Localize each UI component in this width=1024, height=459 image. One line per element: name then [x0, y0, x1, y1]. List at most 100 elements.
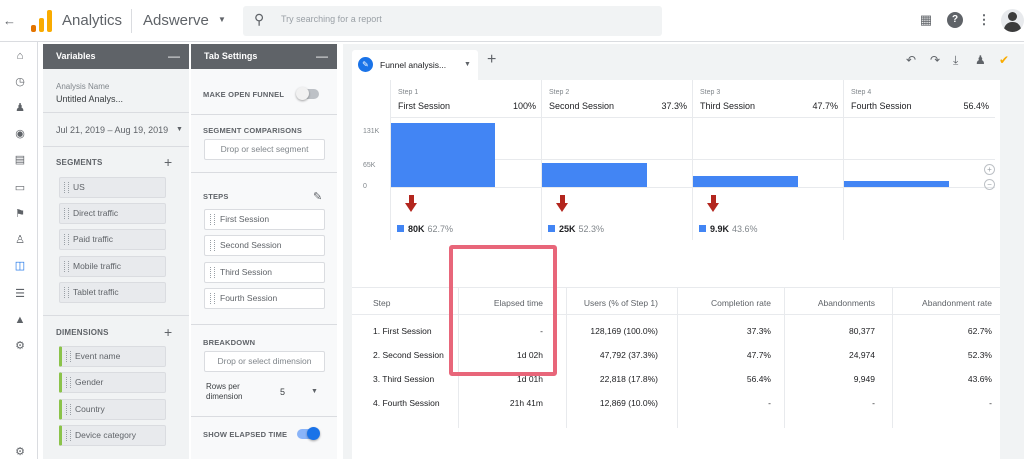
home-icon[interactable]: ⌂ [13, 49, 27, 63]
funnel-bar[interactable] [693, 176, 798, 187]
rows-per-dimension-select[interactable]: 5 [280, 387, 285, 397]
caret-down-icon[interactable]: ▼ [176, 126, 183, 133]
search-bar[interactable]: ⚲ [243, 6, 662, 36]
breakdown-title: BREAKDOWN [203, 338, 256, 347]
step-number: Step 2 [549, 89, 570, 96]
divider [131, 9, 132, 33]
segment-chip[interactable]: Paid traffic [59, 229, 166, 250]
funnel-bar[interactable] [391, 123, 495, 187]
audience-person-icon[interactable]: ♟ [13, 101, 27, 115]
share-people-icon[interactable]: ♟ [975, 53, 986, 67]
add-dimension-icon[interactable]: + [164, 325, 172, 339]
step-chip[interactable]: Fourth Session [204, 288, 325, 309]
bar-area [391, 118, 542, 187]
make-open-funnel-label: MAKE OPEN FUNNEL [203, 90, 285, 99]
behavior-table-icon[interactable]: ▤ [13, 153, 27, 167]
elapsed-time-highlight [449, 245, 557, 376]
app-name: Analytics [62, 12, 123, 29]
dimension-chip[interactable]: Country [59, 399, 166, 420]
caret-down-icon[interactable]: ▼ [464, 61, 471, 68]
step-chip[interactable]: First Session [204, 209, 325, 230]
realtime-clock-icon[interactable]: ◷ [13, 75, 27, 89]
segment-chip[interactable]: Tablet traffic [59, 282, 166, 303]
divider [191, 114, 337, 115]
settings-gear-icon[interactable]: ⚙ [13, 339, 27, 353]
minimize-icon[interactable]: — [316, 44, 328, 69]
column-header[interactable]: Completion rate [711, 298, 771, 308]
account-selector[interactable]: Adswerve [143, 12, 209, 29]
analysis-canvas: ✎ Funnel analysis... ▼ + ↶ ↷ ⤓ ♟ ✔ 131K … [343, 44, 1024, 459]
y-tick-label: 131K [363, 128, 380, 135]
flag-icon[interactable]: ⚑ [13, 207, 27, 221]
funnel-step-1[interactable]: Step 1 First Session 100% 80K 62.7% [390, 80, 542, 240]
user-list-icon[interactable]: ☰ [13, 287, 27, 301]
minimize-icon[interactable]: — [168, 44, 180, 69]
funnel-bar[interactable] [542, 163, 647, 187]
step-chip[interactable]: Third Session [204, 262, 325, 283]
column-header[interactable]: Abandonments [818, 298, 875, 308]
bar-area [693, 118, 844, 187]
table-cell: - [872, 398, 875, 408]
back-arrow-icon[interactable]: ← [3, 13, 16, 28]
step-number: Step 4 [851, 89, 872, 96]
divider [191, 172, 337, 173]
tab-funnel-analysis[interactable]: ✎ Funnel analysis... ▼ [352, 50, 478, 80]
dimension-chip[interactable]: Event name [59, 346, 166, 367]
more-vert-icon[interactable]: ⋮ [976, 12, 992, 28]
edit-pencil-icon[interactable]: ✎ [313, 190, 322, 203]
zoom-in-icon[interactable]: + [984, 164, 995, 175]
tab-bar: ✎ Funnel analysis... ▼ + ↶ ↷ ⤓ ♟ ✔ [343, 44, 1024, 80]
step-chip[interactable]: Second Session [204, 235, 325, 256]
drop-off-arrow-icon [405, 195, 418, 212]
column-header[interactable]: Step [373, 298, 391, 308]
acquisition-globe-icon[interactable]: ◉ [13, 127, 27, 141]
download-icon[interactable]: ⤓ [953, 53, 958, 68]
help-icon[interactable]: ? [947, 12, 963, 28]
person-icon[interactable]: ♙ [13, 233, 27, 247]
add-tab-icon[interactable]: + [487, 52, 496, 68]
undo-icon[interactable]: ↶ [906, 53, 916, 67]
dimension-chip[interactable]: Gender [59, 372, 166, 393]
segment-chip[interactable]: Mobile traffic [59, 256, 166, 277]
funnel-step-4[interactable]: Step 4 Fourth Session 56.4% [843, 80, 995, 240]
analysis-icon[interactable]: ◫ [13, 259, 27, 273]
funnel-bar[interactable] [844, 181, 949, 187]
column-header[interactable]: Abandonment rate [922, 298, 992, 308]
make-open-funnel-toggle[interactable] [296, 87, 319, 100]
step-header: Step 4 Fourth Session 56.4% [844, 80, 995, 118]
table-cell: 52.3% [967, 350, 992, 360]
drop-off-percent: 62.7% [427, 224, 454, 234]
column-header[interactable]: Users (% of Step 1) [584, 298, 658, 308]
drop-off-percent: 52.3% [578, 224, 605, 234]
segment-chip[interactable]: Direct traffic [59, 203, 166, 224]
segment-drop-zone[interactable]: Drop or select segment [204, 139, 325, 160]
table-cell: 62.7% [967, 326, 992, 336]
dimension-chip[interactable]: Device category [59, 425, 166, 446]
admin-gear-icon[interactable]: ⚙ [13, 445, 27, 459]
divider [191, 324, 337, 325]
zoom-out-icon[interactable]: − [984, 179, 995, 190]
hierarchy-icon[interactable]: ▲ [13, 313, 27, 327]
tab-settings-panel: Tab Settings — MAKE OPEN FUNNEL SEGMENT … [191, 44, 337, 459]
breakdown-drop-zone[interactable]: Drop or select dimension [204, 351, 325, 372]
variables-header: Variables — [43, 44, 189, 69]
funnel-step-2[interactable]: Step 2 Second Session 37.3% 25K 52.3% [541, 80, 693, 240]
drop-off-value: 25K [559, 224, 576, 234]
redo-icon[interactable]: ↷ [930, 53, 940, 67]
analysis-name-field[interactable]: Untitled Analys... [56, 94, 123, 104]
devices-icon[interactable]: ▭ [13, 181, 27, 195]
caret-down-icon[interactable]: ▼ [311, 388, 318, 395]
avatar[interactable] [1001, 9, 1024, 32]
add-segment-icon[interactable]: + [164, 155, 172, 169]
table-cell: 12,869 (10.0%) [599, 398, 658, 408]
show-elapsed-time-toggle[interactable] [297, 427, 320, 440]
apps-grid-icon[interactable]: ▦ [918, 12, 934, 28]
caret-down-icon[interactable]: ▼ [218, 15, 226, 24]
sampling-badge-icon[interactable]: ✔ [999, 53, 1009, 67]
segment-chip[interactable]: US [59, 177, 166, 198]
tab-label: Funnel analysis... [380, 60, 447, 70]
search-icon: ⚲ [254, 11, 265, 27]
funnel-step-3[interactable]: Step 3 Third Session 47.7% 9.9K 43.6% [692, 80, 844, 240]
search-input[interactable] [281, 14, 641, 24]
date-range-picker[interactable]: Jul 21, 2019 – Aug 19, 2019 [56, 125, 168, 135]
